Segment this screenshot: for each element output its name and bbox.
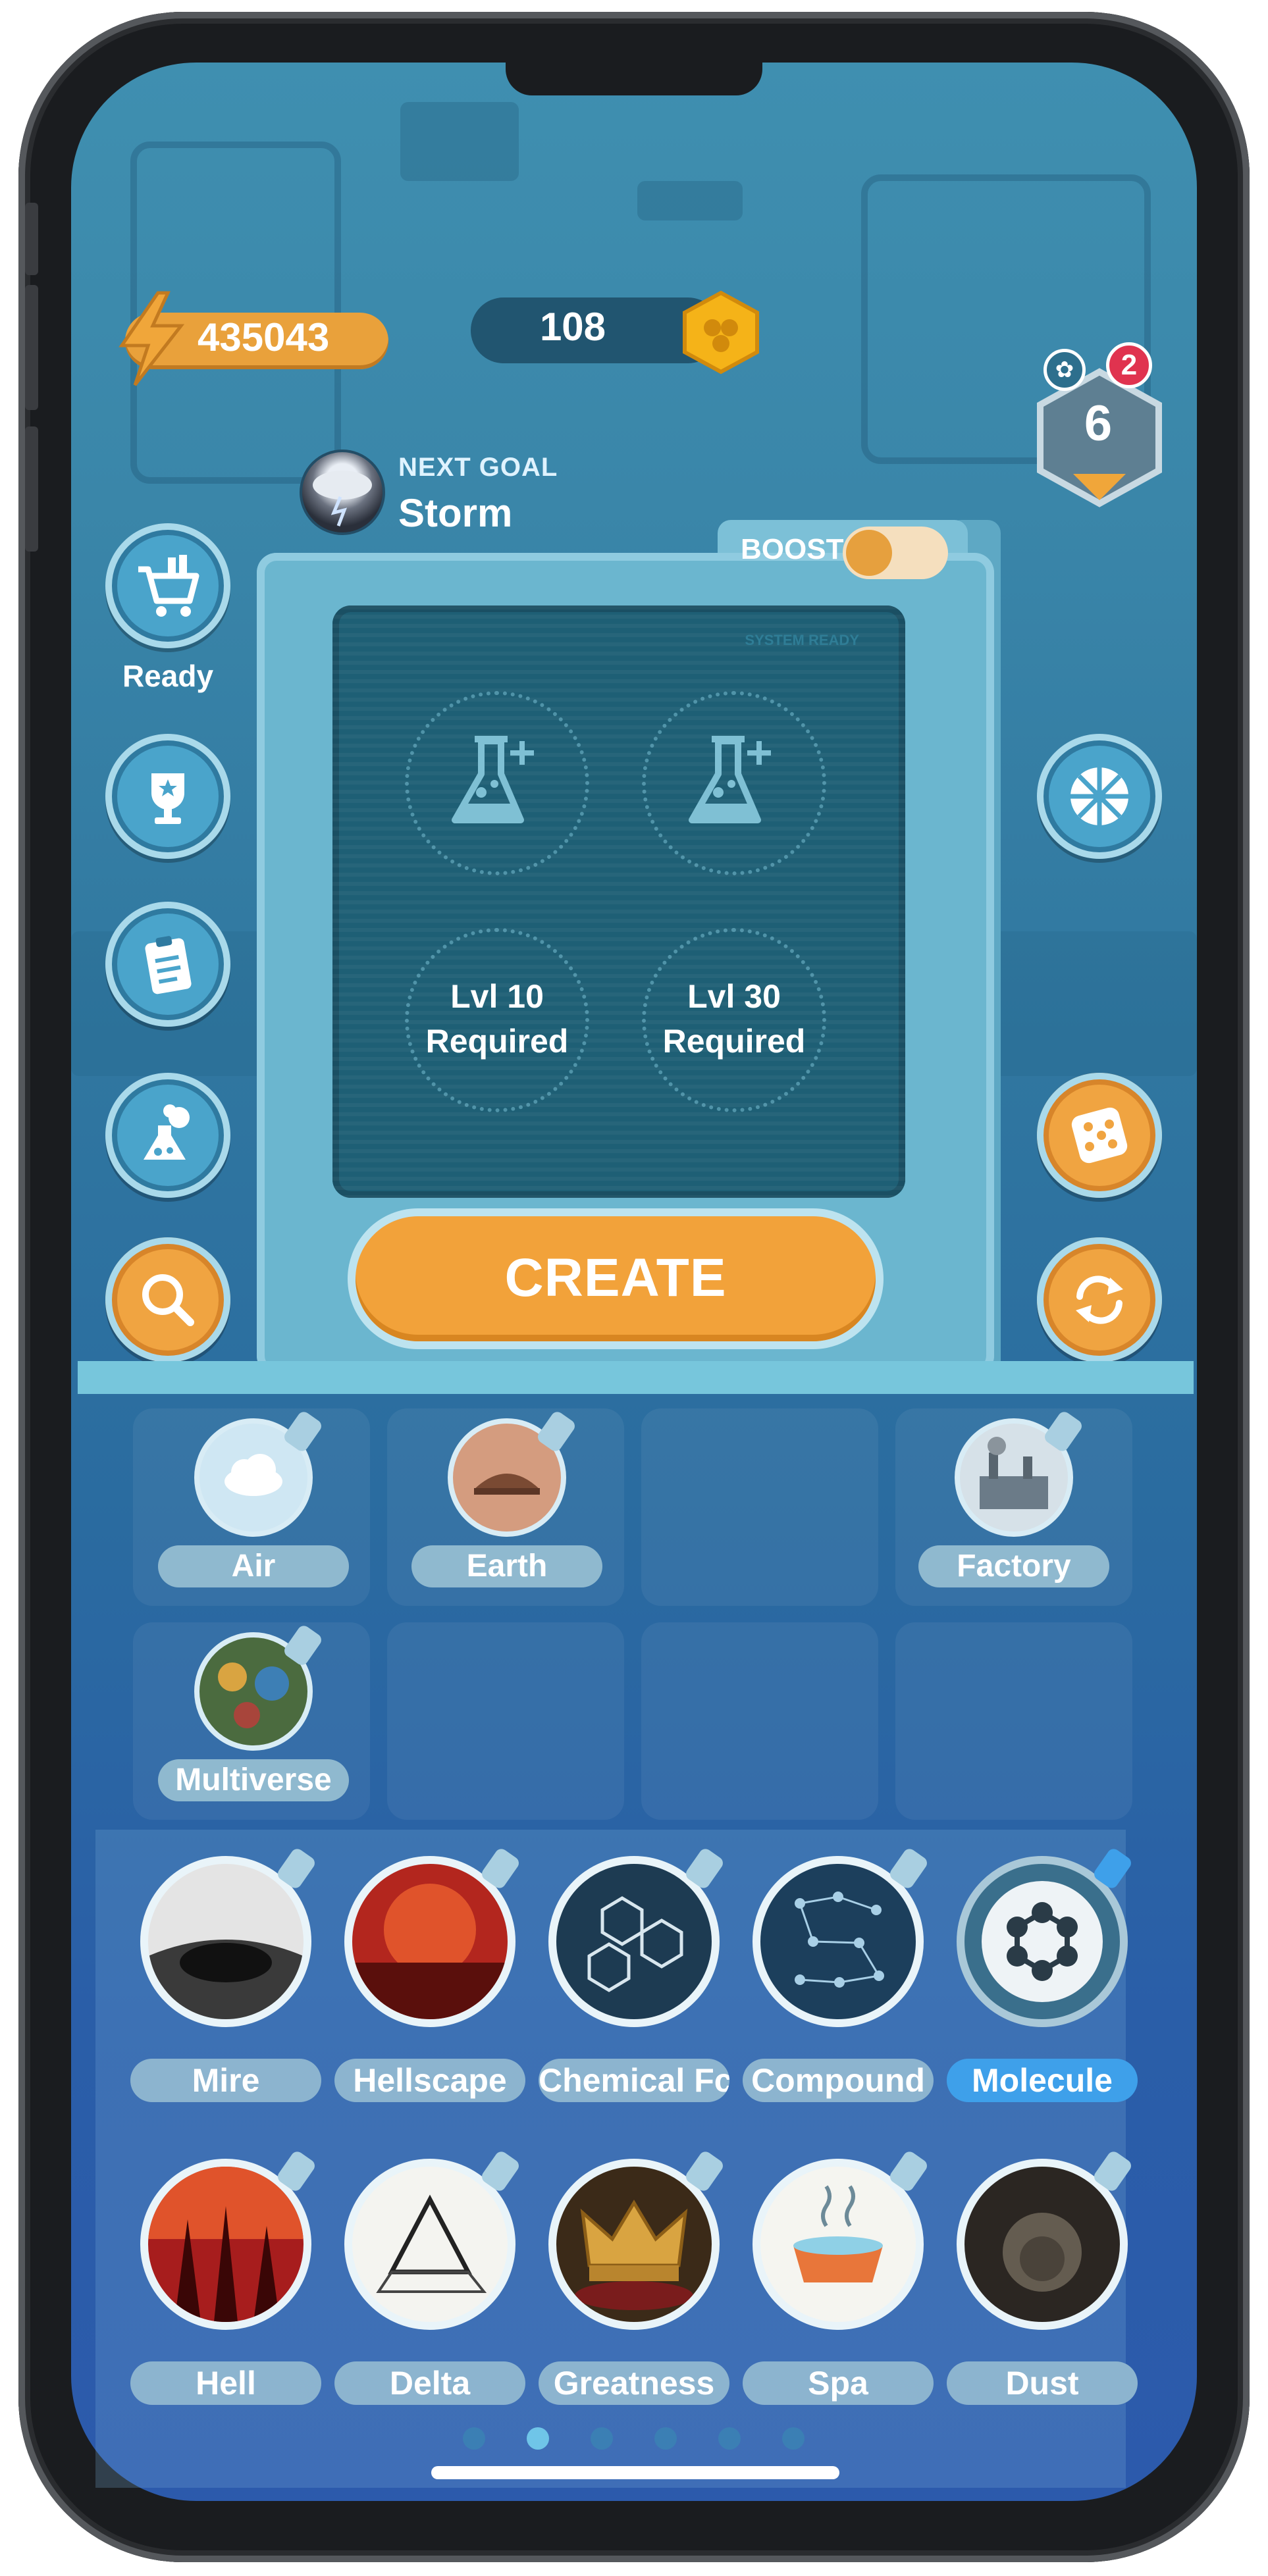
factory-label: Factory bbox=[918, 1545, 1109, 1587]
random-dice-button[interactable] bbox=[1037, 1073, 1162, 1198]
ingredient-slot-1[interactable] bbox=[405, 691, 589, 875]
search-button[interactable] bbox=[105, 1237, 230, 1362]
panel-scanlines bbox=[332, 605, 905, 1198]
boost-label: BOOST bbox=[741, 533, 844, 565]
compound-image bbox=[795, 1892, 884, 1988]
experiments-button[interactable] bbox=[105, 1073, 230, 1198]
page-dot-1[interactable] bbox=[463, 2427, 485, 2450]
air-label: Air bbox=[158, 1545, 349, 1587]
flask-explosion-icon bbox=[144, 1104, 190, 1160]
hellscape-image bbox=[352, 1884, 508, 2019]
inventory-cell bbox=[641, 1622, 878, 1820]
locked-slot-3-line1: Lvl 10 bbox=[450, 978, 544, 1015]
volume-up-button bbox=[25, 285, 38, 410]
element-hellscape-label: Hellscape bbox=[334, 2059, 525, 2102]
notch bbox=[506, 63, 762, 95]
ingredient-slot-2[interactable] bbox=[642, 691, 826, 875]
trophy-icon bbox=[151, 773, 184, 824]
clipboard-icon bbox=[145, 936, 192, 994]
shop-cart-icon bbox=[138, 555, 199, 617]
locked-slot-4-line1: Lvl 30 bbox=[687, 978, 781, 1015]
lightning-icon bbox=[119, 291, 185, 386]
inventory-cell bbox=[641, 1408, 878, 1606]
mire-image bbox=[148, 1940, 304, 2019]
shop-ready-label: Ready bbox=[122, 659, 214, 693]
earth-label: Earth bbox=[411, 1545, 602, 1587]
dice-icon bbox=[1071, 1107, 1128, 1164]
inventory-cell bbox=[895, 1622, 1132, 1820]
shop-button[interactable] bbox=[105, 523, 230, 648]
search-icon bbox=[142, 1274, 194, 1326]
page-dot-2[interactable] bbox=[527, 2427, 549, 2450]
notification-badge: 2 bbox=[1106, 342, 1152, 388]
energy-value: 435043 bbox=[198, 315, 330, 359]
multiverse-label: Multiverse bbox=[158, 1759, 349, 1801]
home-indicator[interactable] bbox=[431, 2466, 839, 2479]
page-dot-5[interactable] bbox=[718, 2427, 741, 2450]
element-delta-label: Delta bbox=[334, 2361, 525, 2405]
refresh-button[interactable] bbox=[1037, 1237, 1162, 1362]
create-button-label: CREATE bbox=[504, 1248, 727, 1308]
prize-wheel-button[interactable] bbox=[1037, 734, 1162, 859]
system-status: SYSTEM READY bbox=[745, 632, 859, 648]
chemical-formula-image bbox=[587, 1896, 683, 1992]
locked-slot-3-line2: Required bbox=[425, 1023, 569, 1060]
element-molecule-label: Molecule bbox=[947, 2059, 1138, 2102]
element-hell-label: Hell bbox=[130, 2361, 321, 2405]
flower-icon: ✿ bbox=[1043, 349, 1086, 391]
trophy-button[interactable] bbox=[105, 734, 230, 859]
bg-fan bbox=[400, 102, 519, 181]
mute-switch bbox=[25, 203, 38, 275]
prize-wheel-icon bbox=[1070, 767, 1128, 825]
locked-slot-4-line2: Required bbox=[662, 1023, 806, 1060]
boost-toggle-knob bbox=[846, 530, 892, 576]
element-spa-label: Spa bbox=[743, 2361, 934, 2405]
coins-value: 108 bbox=[539, 305, 606, 349]
dust-image bbox=[1003, 2213, 1082, 2292]
delta-image bbox=[376, 2194, 487, 2293]
bg-claw bbox=[637, 181, 743, 220]
hell-image bbox=[148, 2167, 304, 2322]
page-dot-6[interactable] bbox=[782, 2427, 805, 2450]
add-flask-icon bbox=[452, 736, 534, 823]
machine-shelf bbox=[78, 1361, 1194, 1394]
element-compound-label: Compound bbox=[743, 2059, 934, 2102]
page-dot-4[interactable] bbox=[654, 2427, 677, 2450]
element-mire-label: Mire bbox=[130, 2059, 321, 2102]
volume-down-button bbox=[25, 426, 38, 552]
crown-icon bbox=[575, 2200, 693, 2310]
hex-coin-icon bbox=[683, 290, 759, 374]
quests-button[interactable] bbox=[105, 902, 230, 1027]
page-dot-3[interactable] bbox=[591, 2427, 613, 2450]
element-greatness-label: Greatness bbox=[539, 2361, 729, 2405]
inventory-cell bbox=[387, 1622, 624, 1820]
element-dust-label: Dust bbox=[947, 2361, 1138, 2405]
refresh-icon bbox=[1076, 1275, 1123, 1324]
spa-icon bbox=[793, 2185, 883, 2282]
combine-panel: SYSTEM READY Lvl 10 Required Lvl 30 Requ… bbox=[332, 605, 905, 1198]
add-flask-icon bbox=[689, 736, 771, 823]
molecule-image bbox=[982, 1881, 1103, 2002]
level-value: 6 bbox=[1084, 396, 1113, 451]
next-goal-label: NEXT GOAL bbox=[398, 453, 558, 482]
element-chemical-formula-label: Chemical Fc bbox=[539, 2059, 729, 2102]
